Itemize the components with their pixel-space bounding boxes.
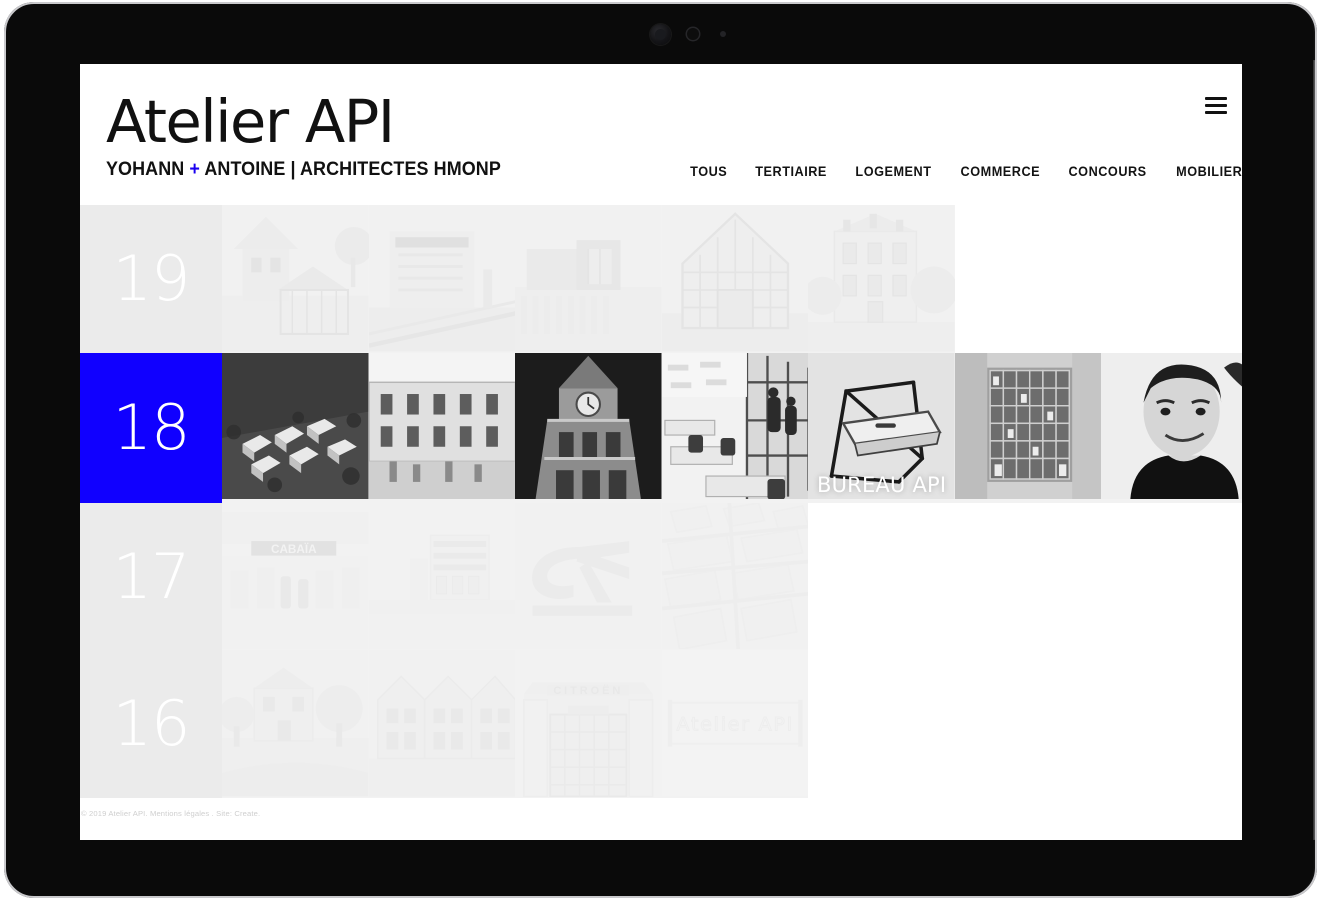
tile-image xyxy=(515,502,662,651)
year-filter-17[interactable]: 17 xyxy=(80,502,222,650)
nav-link-tous[interactable]: TOUS xyxy=(690,164,727,179)
project-tile-maquette-urbaine[interactable] xyxy=(222,352,369,503)
hamburger-line xyxy=(1205,104,1227,107)
tile-image xyxy=(368,502,515,651)
project-tile-batiment-citroen[interactable]: CITROËN xyxy=(515,650,662,798)
tile-image xyxy=(515,352,662,503)
year-filter-16[interactable]: 16 xyxy=(80,650,222,798)
project-tile-logements-pignons[interactable] xyxy=(368,650,515,798)
tile-image xyxy=(954,352,1101,503)
svg-text:Atelier API: Atelier API xyxy=(676,714,793,736)
project-tile-maison-jardin[interactable] xyxy=(222,650,369,798)
site-footer: © 2019 Atelier API. Mentions légales . S… xyxy=(80,799,1242,840)
hamburger-line xyxy=(1205,111,1227,114)
proximity-sensor-icon xyxy=(687,28,699,40)
brand-subtitle-before: YOHANN xyxy=(106,158,190,180)
tile-image xyxy=(661,502,808,651)
nav-link-mobilier[interactable]: MOBILIER xyxy=(1176,164,1242,179)
tile-empty xyxy=(954,650,1101,798)
year-filter-18[interactable]: 18 xyxy=(80,352,222,503)
project-row-16: 16 CITROËN Atelier API xyxy=(80,650,1242,798)
project-tile-place-de-village[interactable] xyxy=(368,352,515,503)
tile-empty xyxy=(808,502,955,650)
tile-empty xyxy=(1101,205,1242,353)
tile-empty xyxy=(954,205,1101,353)
project-tile-boutique-cabaia[interactable]: CABAÏA xyxy=(222,502,369,651)
hamburger-menu-icon[interactable] xyxy=(1205,97,1227,114)
project-tile-table-a-dessin[interactable]: BUREAU API xyxy=(808,352,955,503)
project-tile-maison-de-ville[interactable] xyxy=(808,205,955,353)
project-tile-bureau-open-space[interactable] xyxy=(661,352,808,503)
brand-subtitle-after: ANTOINE | ARCHITECTES HMONP xyxy=(199,158,501,180)
tile-empty xyxy=(1101,502,1242,650)
project-row-17: 17 CABAÏA xyxy=(80,502,1242,651)
device-right-edge xyxy=(1313,60,1317,840)
tile-image xyxy=(368,205,515,353)
tile-image xyxy=(222,352,369,503)
browser-screen: Atelier API YOHANN + ANTOINE | ARCHITECT… xyxy=(80,64,1242,840)
project-tile-bibliotheque-casiers[interactable] xyxy=(954,352,1101,503)
project-grid: 19 18 BUREAU API 17 CABAÏA 16 CITROËN At… xyxy=(80,205,1242,798)
tile-image xyxy=(515,205,662,353)
camera-lens-icon xyxy=(650,24,671,45)
tablet-device-frame: Atelier API YOHANN + ANTOINE | ARCHITECT… xyxy=(0,0,1321,900)
tile-image xyxy=(368,352,515,503)
brand-logo[interactable]: Atelier API YOHANN + ANTOINE | ARCHITECT… xyxy=(106,87,535,181)
nav-link-tertiaire[interactable]: TERTIAIRE xyxy=(755,164,827,179)
project-row-19: 19 xyxy=(80,205,1242,353)
tile-label: BUREAU API xyxy=(817,472,947,497)
project-tile-serre-pignon-vitre[interactable] xyxy=(661,205,808,353)
nav-link-concours[interactable]: CONCOURS xyxy=(1069,164,1147,179)
hamburger-line xyxy=(1205,97,1227,100)
brand-subtitle: YOHANN + ANTOINE | ARCHITECTES HMONP xyxy=(106,158,501,180)
tile-empty xyxy=(954,502,1101,650)
svg-text:CITROËN: CITROËN xyxy=(553,684,623,697)
main-navigation: TOUS TERTIAIRE LOGEMENT COMMERCE CONCOURS MOB… xyxy=(689,164,1242,179)
project-tile-beffroi-clocher[interactable] xyxy=(515,352,662,503)
project-tile-maison-veranda[interactable] xyxy=(222,205,369,353)
tile-image xyxy=(661,205,808,353)
site-header: Atelier API YOHANN + ANTOINE | ARCHITECT… xyxy=(80,64,1242,205)
nav-link-logement[interactable]: LOGEMENT xyxy=(855,164,931,179)
project-tile-immeuble-blanc[interactable] xyxy=(368,502,515,651)
tile-image xyxy=(808,205,955,353)
tile-image xyxy=(222,650,369,798)
tile-image: Atelier API xyxy=(661,650,808,798)
year-filter-19[interactable]: 19 xyxy=(80,205,222,353)
light-sensor-icon xyxy=(720,31,726,37)
brand-title: Atelier API xyxy=(106,87,395,156)
project-tile-croquis-atelier-api[interactable]: Atelier API xyxy=(661,650,808,798)
tile-image xyxy=(661,352,808,503)
footer-copyright: © 2019 Atelier API. Mentions légales . S… xyxy=(81,809,261,818)
svg-text:CABAÏA: CABAÏA xyxy=(271,542,317,555)
project-tile-extension-bois[interactable] xyxy=(515,205,662,353)
tile-image xyxy=(368,650,515,798)
tile-image: CABAÏA xyxy=(222,502,369,651)
project-tile-logo-credit-agricole[interactable] xyxy=(515,502,662,651)
tile-image xyxy=(1101,352,1242,503)
brand-subtitle-plus: + xyxy=(189,158,200,180)
project-tile-quai-des-marques[interactable] xyxy=(368,205,515,353)
project-tile-portrait-architecte[interactable] xyxy=(1101,352,1242,503)
nav-link-commerce[interactable]: COMMERCE xyxy=(960,164,1040,179)
tile-image xyxy=(222,205,369,353)
project-tile-plan-masse-aerien[interactable] xyxy=(661,502,808,651)
tile-empty xyxy=(808,650,955,798)
tile-empty xyxy=(1101,650,1242,798)
tile-image: CITROËN xyxy=(515,650,662,798)
project-row-18: 18 BUREAU API xyxy=(80,352,1242,503)
